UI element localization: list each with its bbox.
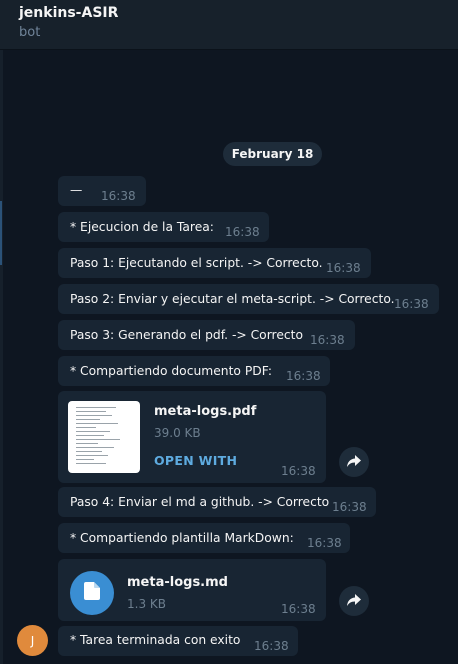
document-button[interactable] bbox=[70, 571, 114, 615]
message-bubble[interactable]: Paso 2: Enviar y ejecutar el meta-script… bbox=[58, 284, 439, 314]
chat-header[interactable]: jenkins-ASIR bot bbox=[0, 0, 458, 50]
share-button[interactable] bbox=[339, 586, 369, 616]
message-bubble[interactable]: * Tarea terminada con exito 16:38 bbox=[58, 626, 298, 656]
message-time: 16:38 bbox=[101, 189, 136, 203]
message-time: 16:38 bbox=[281, 602, 316, 616]
message-bubble[interactable]: * Ejecucion de la Tarea: 16:38 bbox=[58, 212, 269, 242]
pdf-thumbnail[interactable] bbox=[68, 401, 140, 473]
message-time: 16:38 bbox=[332, 500, 367, 514]
share-button[interactable] bbox=[339, 447, 369, 477]
file-name[interactable]: meta-logs.md bbox=[127, 575, 228, 590]
message-text: Paso 2: Enviar y ejecutar el meta-script… bbox=[70, 292, 395, 306]
message-time: 16:38 bbox=[326, 261, 361, 275]
pdf-file-message[interactable]: meta-logs.pdf 39.0 KB OPEN WITH 16:38 bbox=[58, 391, 326, 483]
share-arrow-icon bbox=[346, 592, 362, 611]
message-text: * Compartiendo plantilla MarkDown: bbox=[70, 531, 294, 545]
message-bubble[interactable]: * Compartiendo plantilla MarkDown: 16:38 bbox=[58, 523, 350, 553]
avatar[interactable]: J bbox=[17, 625, 48, 656]
message-bubble[interactable]: — 16:38 bbox=[58, 176, 146, 206]
open-with-link[interactable]: OPEN WITH bbox=[154, 453, 237, 468]
message-text: — bbox=[70, 183, 83, 197]
message-text: Paso 3: Generando el pdf. -> Correcto bbox=[70, 328, 303, 342]
message-time: 16:38 bbox=[394, 297, 429, 311]
chat-title[interactable]: jenkins-ASIR bbox=[19, 5, 118, 21]
message-time: 16:38 bbox=[225, 225, 260, 239]
scroll-indicator[interactable] bbox=[0, 201, 2, 265]
message-time: 16:38 bbox=[307, 536, 342, 550]
message-text: * Tarea terminada con exito bbox=[70, 633, 241, 647]
file-size: 39.0 KB bbox=[154, 426, 201, 440]
date-divider: February 18 bbox=[223, 142, 322, 166]
message-bubble[interactable]: Paso 1: Ejecutando el script. -> Correct… bbox=[58, 248, 371, 278]
message-time: 16:38 bbox=[254, 639, 289, 653]
message-time: 16:38 bbox=[310, 333, 345, 347]
chat-subtitle: bot bbox=[19, 25, 41, 40]
md-file-message[interactable]: meta-logs.md 1.3 KB 16:38 bbox=[58, 559, 326, 621]
message-text: Paso 4: Enviar el md a github. -> Correc… bbox=[70, 495, 330, 509]
message-time: 16:38 bbox=[286, 369, 321, 383]
document-icon bbox=[84, 582, 100, 604]
file-name[interactable]: meta-logs.pdf bbox=[154, 404, 256, 419]
message-text: Paso 1: Ejecutando el script. -> Correct… bbox=[70, 256, 323, 270]
message-text: * Compartiendo documento PDF: bbox=[70, 364, 272, 378]
message-time: 16:38 bbox=[281, 464, 316, 478]
left-edge-divider bbox=[0, 50, 3, 664]
share-arrow-icon bbox=[346, 453, 362, 472]
message-bubble[interactable]: Paso 4: Enviar el md a github. -> Correc… bbox=[58, 487, 376, 517]
file-size: 1.3 KB bbox=[127, 597, 166, 611]
message-bubble[interactable]: Paso 3: Generando el pdf. -> Correcto 16… bbox=[58, 320, 355, 350]
message-text: * Ejecucion de la Tarea: bbox=[70, 220, 214, 234]
message-bubble[interactable]: * Compartiendo documento PDF: 16:38 bbox=[58, 356, 330, 386]
